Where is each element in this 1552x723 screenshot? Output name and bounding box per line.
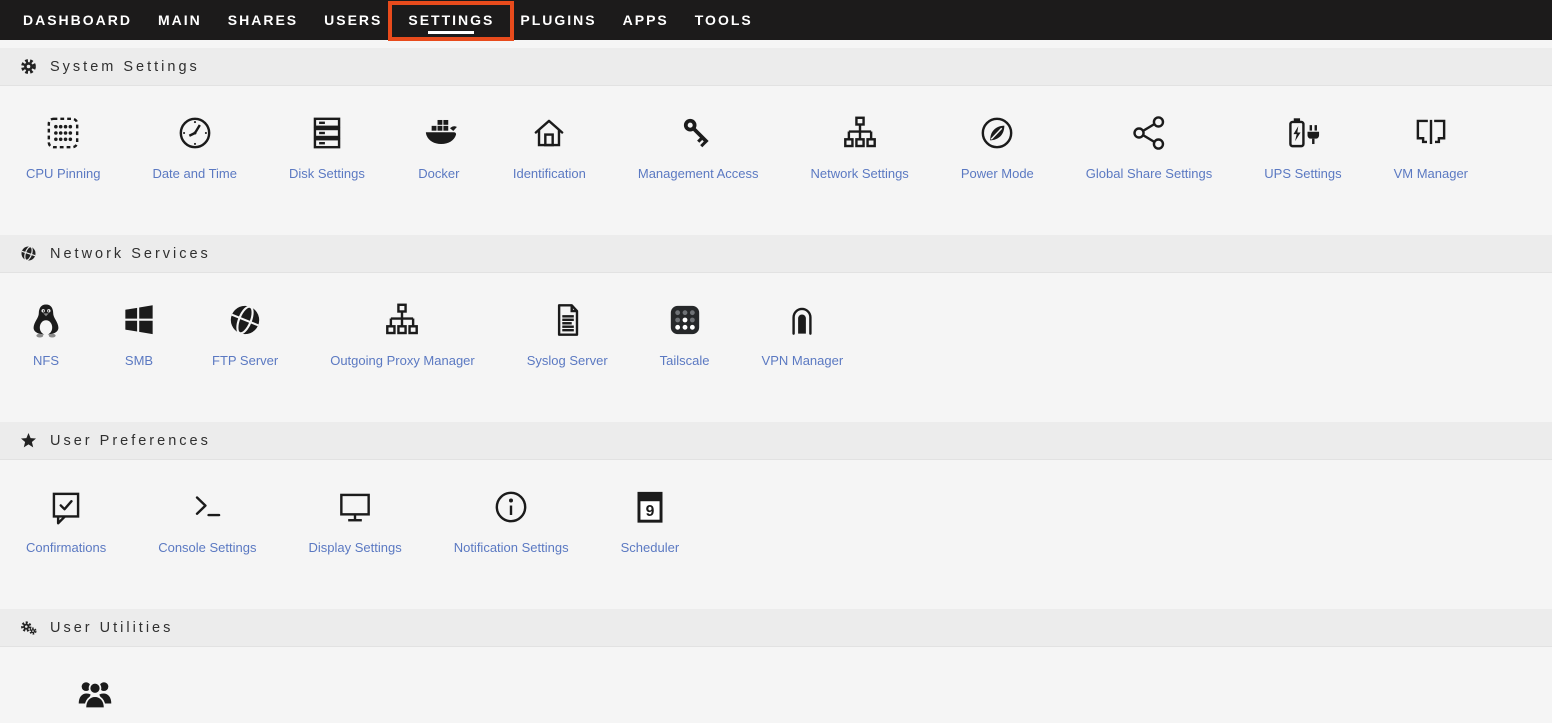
house-icon	[528, 110, 570, 156]
tile-label: Identification	[513, 166, 586, 181]
nav-item-tools[interactable]: TOOLS	[682, 0, 766, 40]
globe-solid-icon	[224, 297, 266, 343]
tile-docker[interactable]: Docker	[391, 110, 487, 181]
system-settings-content: CPU Pinning Date and Time Disk Settings	[0, 86, 1552, 227]
star-icon	[20, 432, 37, 449]
nav-item-users[interactable]: USERS	[311, 0, 395, 40]
tile-label: Syslog Server	[527, 353, 608, 368]
svg-text:9: 9	[645, 503, 654, 520]
tile-label: Global Share Settings	[1086, 166, 1212, 181]
tile-label: Disk Settings	[289, 166, 365, 181]
sitemap-icon	[381, 297, 423, 343]
nav-item-plugins[interactable]: PLUGINS	[507, 0, 609, 40]
terminal-prompt-icon	[186, 484, 228, 530]
leaf-circle-icon	[976, 110, 1018, 156]
section-title: User Preferences	[50, 433, 211, 449]
tile-vpn-manager[interactable]: VPN Manager	[736, 297, 870, 368]
tile-label: CPU Pinning	[26, 166, 100, 181]
info-circle-icon	[490, 484, 532, 530]
share-nodes-icon	[1128, 110, 1170, 156]
tile-label: Network Settings	[811, 166, 909, 181]
tile-smb[interactable]: SMB	[92, 297, 186, 368]
tile-community-applications[interactable]: Community Applications	[0, 671, 191, 723]
tile-label: Console Settings	[158, 540, 256, 555]
tile-label: Power Mode	[961, 166, 1034, 181]
tile-label: VPN Manager	[762, 353, 844, 368]
tile-label: Notification Settings	[454, 540, 569, 555]
globe-icon	[20, 245, 37, 262]
tile-ftp-server[interactable]: FTP Server	[186, 297, 304, 368]
user-preferences-content: Confirmations Console Settings Display S…	[0, 460, 1552, 601]
calendar-9-icon: 9	[629, 484, 671, 530]
tile-label: Docker	[418, 166, 459, 181]
section-header-user-preferences: User Preferences	[0, 422, 1552, 460]
clock-icon	[174, 110, 216, 156]
tile-notification-settings[interactable]: Notification Settings	[428, 484, 595, 555]
tile-label: Scheduler	[621, 540, 680, 555]
tile-cpu-pinning[interactable]: CPU Pinning	[0, 110, 126, 181]
active-tab-underline	[428, 31, 474, 34]
tile-vm-manager[interactable]: VM Manager	[1368, 110, 1494, 181]
tile-disk-settings[interactable]: Disk Settings	[263, 110, 391, 181]
message-check-icon	[45, 484, 87, 530]
tile-tailscale[interactable]: Tailscale	[634, 297, 736, 368]
section-title: User Utilities	[50, 620, 173, 636]
server-stack-icon	[306, 110, 348, 156]
tile-console-settings[interactable]: Console Settings	[132, 484, 282, 555]
file-lines-icon	[546, 297, 588, 343]
tile-identification[interactable]: Identification	[487, 110, 612, 181]
tile-outgoing-proxy-manager[interactable]: Outgoing Proxy Manager	[304, 297, 501, 368]
nav-item-shares[interactable]: SHARES	[215, 0, 311, 40]
nav-item-apps[interactable]: APPS	[610, 0, 682, 40]
tile-date-and-time[interactable]: Date and Time	[126, 110, 263, 181]
hood-arch-icon	[781, 297, 823, 343]
section-header-user-utilities: User Utilities	[0, 609, 1552, 647]
tile-label: SMB	[125, 353, 153, 368]
user-utilities-content: Community Applications	[0, 647, 1552, 723]
nav-item-settings[interactable]: SETTINGS	[395, 0, 507, 40]
tile-label: NFS	[33, 353, 59, 368]
tile-nfs[interactable]: NFS	[0, 297, 92, 368]
tile-label: Display Settings	[308, 540, 401, 555]
section-title: System Settings	[50, 59, 200, 75]
nav-item-dashboard[interactable]: DASHBOARD	[10, 0, 145, 40]
section-title: Network Services	[50, 246, 211, 262]
network-services-content: NFS SMB FTP Server	[0, 273, 1552, 414]
tile-global-share-settings[interactable]: Global Share Settings	[1060, 110, 1238, 181]
battery-plug-icon	[1281, 110, 1325, 156]
nav-item-main[interactable]: MAIN	[145, 0, 215, 40]
gears-icon	[20, 619, 37, 636]
tile-label: Tailscale	[660, 353, 710, 368]
tile-label: FTP Server	[212, 353, 278, 368]
tile-scheduler[interactable]: 9 Scheduler	[595, 484, 706, 555]
tailscale-icon	[664, 297, 706, 343]
nav-item-settings-label: SETTINGS	[408, 12, 494, 28]
tile-label: Confirmations	[26, 540, 106, 555]
tile-syslog-server[interactable]: Syslog Server	[501, 297, 634, 368]
section-header-system-settings: System Settings	[0, 48, 1552, 86]
tile-confirmations[interactable]: Confirmations	[0, 484, 132, 555]
tile-label: VM Manager	[1394, 166, 1468, 181]
docker-whale-icon	[417, 110, 461, 156]
top-navbar: DASHBOARD MAIN SHARES USERS SETTINGS PLU…	[0, 0, 1552, 40]
tile-display-settings[interactable]: Display Settings	[282, 484, 427, 555]
sitemap-icon	[839, 110, 881, 156]
windows-logo-icon	[118, 297, 160, 343]
monitor-icon	[334, 484, 376, 530]
tile-label: Management Access	[638, 166, 759, 181]
users-group-icon	[73, 671, 117, 717]
tile-network-settings[interactable]: Network Settings	[785, 110, 935, 181]
tile-label: UPS Settings	[1264, 166, 1341, 181]
tux-penguin-icon	[26, 297, 66, 343]
tile-management-access[interactable]: Management Access	[612, 110, 785, 181]
tile-power-mode[interactable]: Power Mode	[935, 110, 1060, 181]
tile-ups-settings[interactable]: UPS Settings	[1238, 110, 1367, 181]
tile-label: Date and Time	[152, 166, 237, 181]
key-icon	[677, 110, 719, 156]
microchip-icon	[42, 110, 84, 156]
tile-label: Outgoing Proxy Manager	[330, 353, 475, 368]
vm-columns-icon	[1410, 110, 1452, 156]
gear-icon	[20, 58, 37, 75]
section-header-network-services: Network Services	[0, 235, 1552, 273]
